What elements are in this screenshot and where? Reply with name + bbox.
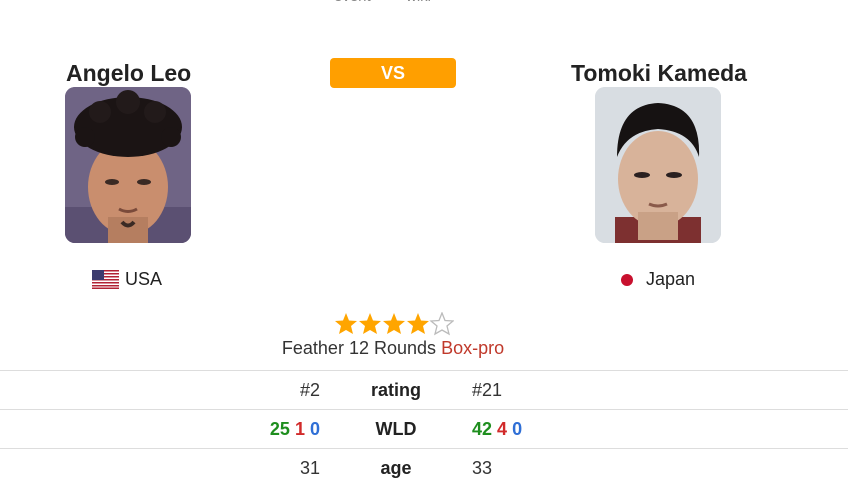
fighter-1-name[interactable]: Angelo Leo: [66, 60, 191, 87]
star-filled-icon: [407, 313, 429, 334]
rounds: 12 Rounds: [348, 338, 437, 358]
nav-wiki-link[interactable]: wiki: [406, 0, 431, 5]
fighter-1-rating: #2: [299, 380, 320, 400]
fighter-1-photo[interactable]: [65, 87, 191, 243]
weight-class: Feather: [281, 338, 344, 358]
fighter-1-country: USA: [92, 269, 162, 290]
stat-row-wld: 25 1 0 WLD 42 4 0: [0, 409, 848, 449]
fighter-2-country: Japan: [620, 269, 695, 290]
stat-label-age: age: [380, 458, 412, 478]
fighter-2-record: 42 4 0: [472, 419, 522, 440]
stat-row-rating: #2 rating #21: [0, 370, 848, 410]
star-rating-graphic: [335, 311, 455, 336]
fighter-2-age: 33: [472, 458, 493, 478]
fighter-1-draws: 0: [309, 419, 320, 439]
star-filled-icon: [359, 313, 381, 334]
star-rating: [334, 311, 455, 336]
star-filled-icon: [335, 313, 357, 334]
fighter-2-photo[interactable]: [595, 87, 721, 243]
fighter-1-losses: 1: [294, 419, 305, 439]
star-empty-icon: [429, 311, 455, 336]
fighter-2-name[interactable]: Tomoki Kameda: [571, 60, 747, 87]
stat-row-age: 31 age 33: [0, 448, 848, 488]
fighter-2-draws: 0: [512, 419, 523, 439]
fighter-2-country-label: Japan: [646, 269, 696, 289]
fighter-2-wins: 42: [472, 419, 493, 439]
us-flag-icon: [92, 270, 119, 289]
fighter-2-portrait: [595, 87, 721, 243]
vs-button[interactable]: VS: [330, 58, 456, 88]
fighter-1-record: 25 1 0: [270, 419, 320, 440]
sport-link[interactable]: Box-pro: [441, 338, 504, 358]
fighter-1-wins: 25: [269, 419, 290, 439]
top-nav: event wiki: [0, 0, 848, 8]
fighter-1-age: 31: [299, 458, 320, 478]
stat-label-wld: WLD: [375, 419, 417, 439]
fighter-1-portrait: [65, 87, 191, 243]
star-filled-icon: [383, 313, 405, 334]
nav-event-link[interactable]: event: [334, 0, 371, 5]
bout-info: Feather 12 Rounds Box-pro: [0, 338, 786, 359]
fighter-2-losses: 4: [497, 419, 508, 439]
stat-label-rating: rating: [370, 380, 421, 400]
fighter-2-rating: #21: [472, 380, 503, 400]
japan-flag-icon: [621, 273, 633, 286]
fighter-1-country-label: USA: [125, 269, 163, 289]
